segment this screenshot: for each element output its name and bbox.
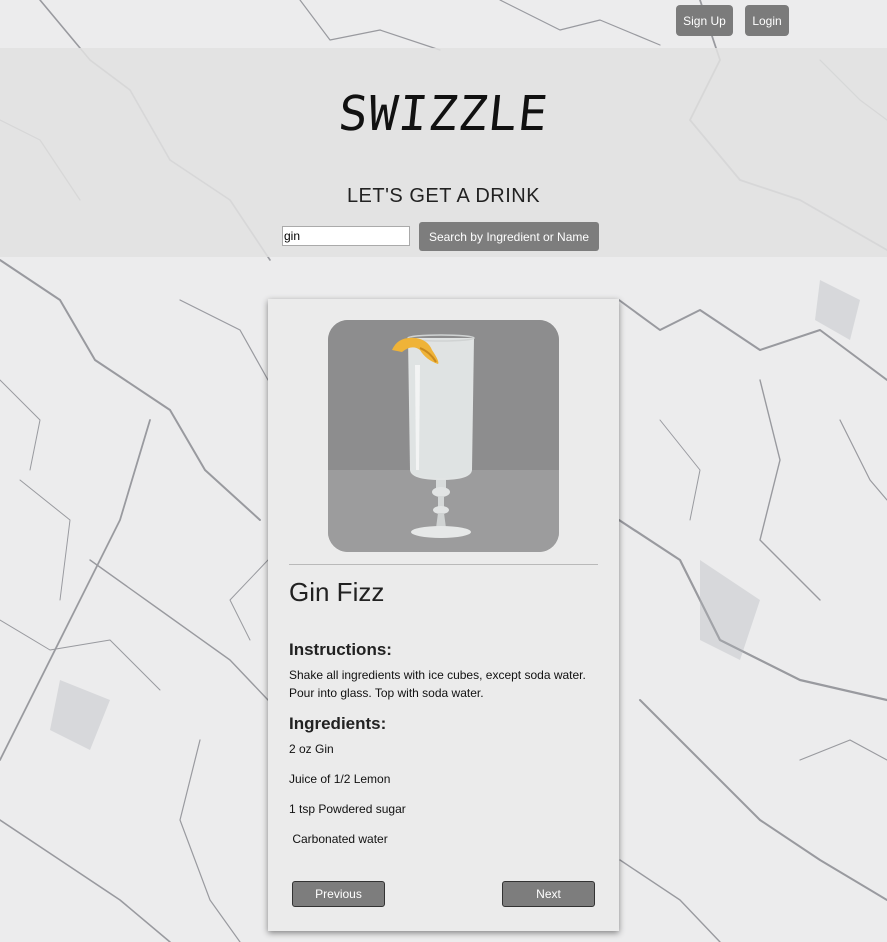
instructions-text: Shake all ingredients with ice cubes, ex… [289, 668, 586, 700]
drink-photo [328, 320, 559, 552]
site-logo[interactable]: SWIZZLE [0, 86, 887, 142]
next-button[interactable]: Next [502, 881, 595, 907]
drink-card: Gin Fizz Instructions: Shake all ingredi… [268, 299, 619, 931]
card-divider [289, 564, 598, 565]
sign-up-button[interactable]: Sign Up [676, 5, 733, 36]
ingredient-item: Juice of 1/2 Lemon [289, 772, 391, 786]
ingredient-item: 2 oz Gin [289, 742, 334, 756]
cocktail-glass-illustration [328, 320, 559, 552]
page: Sign Up Login SWIZZLE LET'S GET A DRINK … [0, 0, 887, 942]
hero-banner: SWIZZLE LET'S GET A DRINK Search by Ingr… [0, 48, 887, 257]
ingredient-item: Carbonated water [289, 832, 388, 846]
ingredients-heading: Ingredients: [289, 714, 387, 733]
tagline: LET'S GET A DRINK [346, 185, 541, 207]
previous-button[interactable]: Previous [292, 881, 385, 907]
drink-name: Gin Fizz [289, 577, 385, 607]
search-input[interactable] [282, 226, 410, 246]
ingredient-item: 1 tsp Powdered sugar [289, 802, 406, 816]
search-button[interactable]: Search by Ingredient or Name [419, 222, 599, 251]
top-bar: Sign Up Login [0, 0, 887, 48]
instructions-heading: Instructions: [289, 640, 392, 659]
login-button[interactable]: Login [745, 5, 789, 36]
